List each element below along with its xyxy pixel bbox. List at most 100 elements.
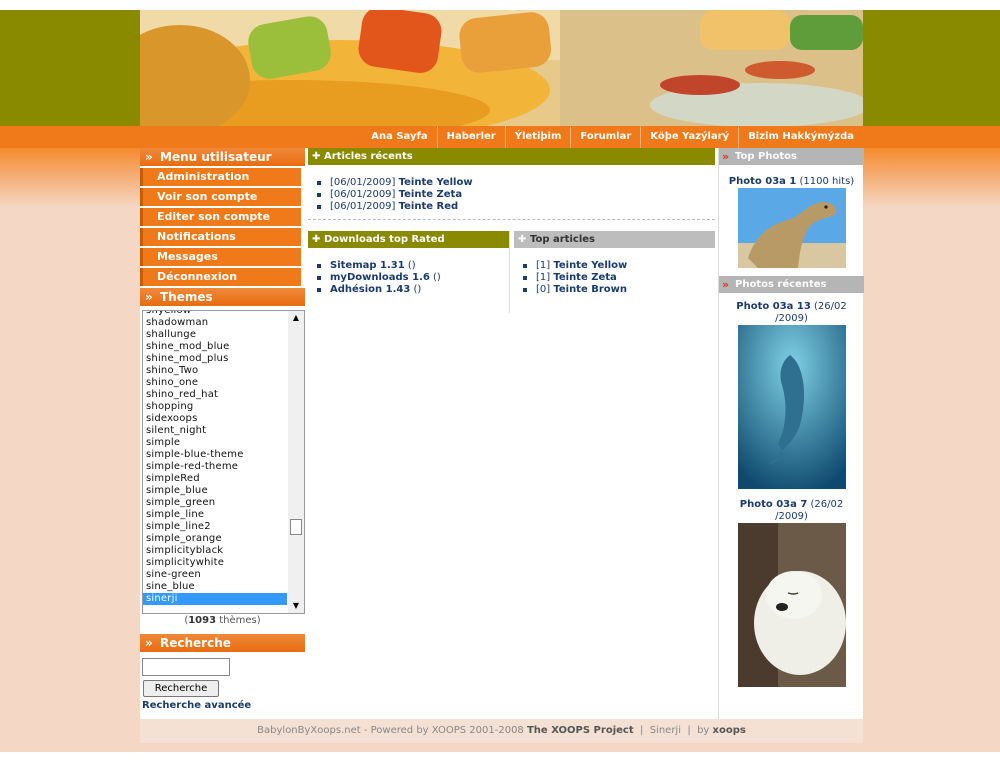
- theme-option[interactable]: sine-green: [143, 569, 287, 581]
- footer-by: | by: [681, 725, 713, 736]
- theme-option[interactable]: simple_orange: [143, 533, 287, 545]
- theme-option[interactable]: sinerji: [143, 593, 287, 605]
- nav-ana-sayfa[interactable]: Ana Sayfa: [362, 126, 436, 148]
- theme-option[interactable]: simple-red-theme: [143, 461, 287, 473]
- menu-item-messages[interactable]: Messages: [140, 248, 301, 266]
- list-item: [0] Teinte Brown: [514, 284, 715, 296]
- themes-header: » Themes: [140, 288, 305, 306]
- nav-iletisim[interactable]: Ýletiþim: [504, 126, 571, 148]
- theme-option[interactable]: shallunge: [143, 329, 287, 341]
- double-chevron-icon: »: [145, 150, 153, 164]
- theme-option[interactable]: simplicitywhite: [143, 557, 287, 569]
- list-item: [06/01/2009] Teinte Yellow: [308, 177, 715, 189]
- theme-option[interactable]: simple: [143, 437, 287, 449]
- dolphin-photo[interactable]: [737, 325, 846, 489]
- article-date: [06/01/2009]: [330, 177, 396, 188]
- article-link[interactable]: Teinte Red: [399, 201, 459, 212]
- menu-item-deconnexion[interactable]: Déconnexion: [140, 268, 301, 286]
- main-navigation: Ana Sayfa Haberler Ýletiþim Forumlar Köþ…: [140, 126, 863, 148]
- menu-item-voir-compte[interactable]: Voir son compte: [140, 188, 301, 206]
- two-column-blocks: ✚ Downloads top Rated Sitemap 1.31 () my…: [308, 231, 715, 313]
- download-link[interactable]: myDownloads 1.6: [330, 272, 430, 283]
- photo-hits: (1100 hits): [796, 176, 855, 187]
- scroll-down-icon[interactable]: ▼: [288, 599, 304, 613]
- photo-name[interactable]: Photo 03a 1: [729, 176, 797, 187]
- downloads-title: Downloads top Rated: [324, 234, 445, 245]
- photo-caption: Photo 03a 7 (26/02/2009): [719, 499, 864, 523]
- list-item: Sitemap 1.31 (): [308, 260, 509, 272]
- user-menu-header: » Menu utilisateur: [140, 148, 305, 166]
- user-menu-title: Menu utilisateur: [160, 150, 272, 164]
- theme-option[interactable]: shine_mod_blue: [143, 341, 287, 353]
- theme-option[interactable]: shine_mod_plus: [143, 353, 287, 365]
- theme-option[interactable]: simple-blue-theme: [143, 449, 287, 461]
- list-item: myDownloads 1.6 (): [308, 272, 509, 284]
- search-input[interactable]: [142, 658, 230, 676]
- scroll-thumb[interactable]: [290, 519, 302, 535]
- theme-option[interactable]: simple_blue: [143, 485, 287, 497]
- nav-forumlar[interactable]: Forumlar: [570, 126, 640, 148]
- download-extra: (): [429, 272, 441, 283]
- article-link[interactable]: Teinte Yellow: [553, 260, 627, 271]
- photo-name[interactable]: Photo 03a 13: [736, 301, 811, 312]
- article-link[interactable]: Teinte Brown: [553, 284, 627, 295]
- menu-item-notifications[interactable]: Notifications: [140, 228, 301, 246]
- theme-option[interactable]: shino_Two: [143, 365, 287, 377]
- dashed-divider: [308, 219, 715, 220]
- footer-separator: |: [633, 725, 650, 736]
- nav-kose-yazilari[interactable]: Köþe Yazýlarý: [640, 126, 738, 148]
- photo-date: (26/02: [807, 499, 844, 510]
- article-count: [1]: [536, 260, 551, 271]
- double-chevron-icon: »: [145, 290, 153, 304]
- list-item: Adhésion 1.43 (): [308, 284, 509, 296]
- article-count: [0]: [536, 284, 551, 295]
- user-menu: Administration Voir son compte Editer so…: [140, 168, 305, 286]
- theme-count: (1093 thèmes): [140, 615, 305, 628]
- footer-xoops-project-link[interactable]: The XOOPS Project: [527, 725, 634, 736]
- polar-bear-photo[interactable]: [737, 523, 846, 687]
- nav-bizim-hakkimizda[interactable]: Bizim Hakkýmýzda: [738, 126, 863, 148]
- menu-item-administration[interactable]: Administration: [140, 168, 301, 186]
- menu-item-editer-compte[interactable]: Editer son compte: [140, 208, 301, 226]
- article-link[interactable]: Teinte Zeta: [399, 189, 462, 200]
- theme-option[interactable]: sidexoops: [143, 413, 287, 425]
- scroll-up-icon[interactable]: ▲: [288, 311, 304, 325]
- theme-option[interactable]: shadowman: [143, 317, 287, 329]
- theme-option[interactable]: simple_green: [143, 497, 287, 509]
- article-link[interactable]: Teinte Zeta: [553, 272, 616, 283]
- theme-option[interactable]: sfiyellow: [143, 311, 287, 317]
- plus-icon: ✚: [518, 234, 527, 245]
- article-link[interactable]: Teinte Yellow: [399, 177, 473, 188]
- photo-date: (26/02: [810, 301, 847, 312]
- download-extra: (): [410, 284, 422, 295]
- theme-option[interactable]: simple_line2: [143, 521, 287, 533]
- theme-option[interactable]: simple_line: [143, 509, 287, 521]
- theme-select-list[interactable]: sfiyellow shadowman shallunge shine_mod_blu…: [142, 310, 305, 614]
- theme-option[interactable]: sine_blue: [143, 581, 287, 593]
- download-link[interactable]: Adhésion 1.43: [330, 284, 410, 295]
- search-title: Recherche: [160, 636, 231, 650]
- theme-option[interactable]: silent_night: [143, 425, 287, 437]
- photo-name[interactable]: Photo 03a 7: [740, 499, 808, 510]
- top-articles-list: [1] Teinte Yellow [1] Teinte Zeta [0] Te…: [514, 260, 715, 296]
- theme-option[interactable]: simpleRed: [143, 473, 287, 485]
- theme-count-suffix: thèmes): [216, 615, 261, 626]
- downloads-header: ✚ Downloads top Rated: [308, 231, 509, 248]
- theme-list-scrollbar[interactable]: ▲ ▼: [288, 311, 304, 613]
- theme-options: sfiyellow shadowman shallunge shine_mod_blu…: [143, 311, 287, 605]
- nav-haberler[interactable]: Haberler: [436, 126, 505, 148]
- theme-option[interactable]: shino_one: [143, 377, 287, 389]
- download-link[interactable]: Sitemap 1.31: [330, 260, 405, 271]
- footer-site[interactable]: BabylonByXoops.net: [257, 725, 361, 736]
- top-photos-title: Top Photos: [735, 151, 797, 162]
- plus-icon: ✚: [312, 151, 321, 162]
- camel-photo[interactable]: [737, 188, 846, 268]
- article-date: [06/01/2009]: [330, 189, 396, 200]
- advanced-search-link[interactable]: Recherche avancée: [142, 700, 305, 711]
- footer-author-link[interactable]: xoops: [713, 725, 746, 736]
- theme-option[interactable]: shopping: [143, 401, 287, 413]
- theme-option[interactable]: shino_red_hat: [143, 389, 287, 401]
- search-button[interactable]: Recherche: [143, 680, 219, 697]
- theme-count-number: 1093: [188, 615, 217, 626]
- theme-option[interactable]: simplicityblack: [143, 545, 287, 557]
